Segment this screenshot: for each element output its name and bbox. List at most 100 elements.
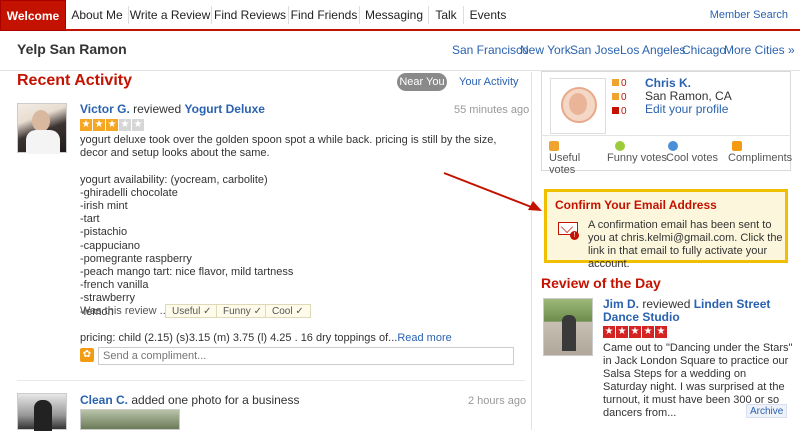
tab-talk[interactable]: Talk [429,0,463,31]
friend-count-icon [612,93,619,100]
review-action-text: reviewed [129,102,185,116]
profile-name-link[interactable]: Chris K. [645,76,691,90]
archive-button[interactable]: Archive [746,404,788,418]
review-line: -french vanilla [80,279,149,292]
photo-count: 0 [612,106,627,118]
avatar-body [26,130,60,154]
reviewer-name-link[interactable]: Victor G. [80,102,130,116]
compliment-input[interactable] [98,347,514,365]
review-header: Victor G. reviewed Yogurt Deluxe [80,102,265,116]
activity-header-2: Clean C. added one photo for a business [80,393,299,407]
useful-vote-button[interactable]: Useful ✓ [165,304,219,318]
review-rating-stars: ★ ★ ★ ★ ★ [80,119,144,131]
city-link-new-york[interactable]: New York [520,43,571,57]
review-line: -pistachio [80,226,128,239]
avatar-figure [34,400,52,431]
photo-count-icon [612,107,619,114]
rotd-rating-stars: ★ ★ ★ ★ ★ [603,326,667,338]
compliments-icon [732,141,742,152]
rotd-header: Jim D. reviewed Linden Street Dance Stud… [603,298,793,324]
funny-votes-stat: Funny votes [607,140,667,164]
activity-action-text: added one photo for a business [128,393,300,407]
profile-photo[interactable] [550,78,606,134]
rotd-avatar[interactable] [543,298,593,356]
star-icon: ★ [655,326,667,338]
tab-welcome[interactable]: Welcome [0,0,66,31]
friend-count-value: 0 [621,92,627,103]
confirm-email-title: Confirm Your Email Address [555,198,717,212]
funny-vote-label: Funny [223,306,251,317]
useful-votes-icon [549,141,559,152]
city-link-san-jose[interactable]: San Jose [570,43,620,57]
tab-find-friends[interactable]: Find Friends [289,0,359,31]
user-avatar-clean-c[interactable] [17,393,67,431]
review-line: -cappuciano [80,239,140,252]
tab-write-a-review[interactable]: Write a Review [129,0,211,31]
review-count: 0 [612,78,627,90]
tab-about-me[interactable]: About Me [67,0,127,31]
funny-votes-label: Funny votes [607,152,667,164]
review-count-icon [612,79,619,86]
city-link-more-cities[interactable]: More Cities » [724,43,795,57]
photo-count-value: 0 [621,106,627,117]
city-link-chicago[interactable]: Chicago [682,43,726,57]
city-bar: Yelp San Ramon San Francisco New York Sa… [0,31,800,71]
useful-vote-label: Useful [172,306,201,317]
member-search-link[interactable]: Member Search [710,0,788,31]
compliment-icon: ✿ [80,348,94,362]
compliments-stat: Compliments [728,140,792,164]
business-name-link[interactable]: Yogurt Deluxe [185,102,265,116]
was-this-review-label: Was this review ...? [80,305,175,317]
red-arrow-icon [443,172,542,211]
star-icon: ★ [132,119,144,131]
activity-divider [17,380,525,381]
star-icon: ★ [603,326,615,338]
review-line: -pomegrante raspberry [80,252,192,265]
review-line [80,319,525,332]
reviewer-avatar[interactable] [17,103,67,154]
star-icon: ★ [642,326,654,338]
star-icon: ★ [80,119,92,131]
cool-vote-button[interactable]: Cool ✓ [265,304,311,318]
review-count-value: 0 [621,78,627,89]
useful-votes-label: Useful votes [549,152,581,176]
cool-votes-stat: Cool votes [666,140,718,164]
review-line: yogurt deluxe took over the golden spoon… [80,134,497,160]
city-link-san-francisco[interactable]: San Francisco [452,43,529,57]
useful-votes-stat: Useful votes [549,140,591,176]
rotd-reviewer-link[interactable]: Jim D. [603,297,639,311]
funny-votes-icon [615,141,625,152]
star-icon: ★ [616,326,628,338]
compliments-label: Compliments [728,152,793,164]
friend-count: 0 [612,92,627,104]
recent-activity-title: Recent Activity [17,72,132,89]
tab-messaging[interactable]: Messaging [360,0,428,31]
avatar-figure [562,315,576,351]
review-timestamp: 55 minutes ago [454,104,530,116]
cool-votes-label: Cool votes [666,152,718,164]
filter-your-activity[interactable]: Your Activity [459,76,519,88]
review-of-the-day-title: Review of the Day [541,275,661,291]
business-photo-thumbnail[interactable] [80,409,180,430]
tab-find-reviews[interactable]: Find Reviews [212,0,288,31]
city-link-los-angeles[interactable]: Los Angeles [620,43,685,57]
filter-near-you[interactable]: Near You [397,73,447,91]
user-name-link-clean-c[interactable]: Clean C. [80,393,128,407]
tab-events[interactable]: Events [464,0,512,31]
star-icon: ★ [106,119,118,131]
activity-timestamp-2: 2 hours ago [468,395,527,407]
edit-profile-link[interactable]: Edit your profile [645,102,728,116]
top-navigation: Welcome About Me Write a Review Find Rev… [0,0,800,31]
confirm-email-text: A confirmation email has been sent to yo… [588,219,783,270]
cool-vote-label: Cool [272,306,293,317]
profile-photo-face [569,93,587,115]
cool-votes-icon [668,141,678,152]
page-title: Yelp San Ramon [17,41,127,57]
star-icon: ★ [119,119,131,131]
funny-vote-button[interactable]: Funny ✓ [216,304,269,318]
rotd-action-text: reviewed [639,297,694,311]
profile-location: San Ramon, CA [645,89,732,103]
star-icon: ★ [93,119,105,131]
read-more-link[interactable]: Read more [397,332,451,344]
review-line: pricing: child (2.15) (s)3.15 (m) 3.75 (… [80,332,452,345]
